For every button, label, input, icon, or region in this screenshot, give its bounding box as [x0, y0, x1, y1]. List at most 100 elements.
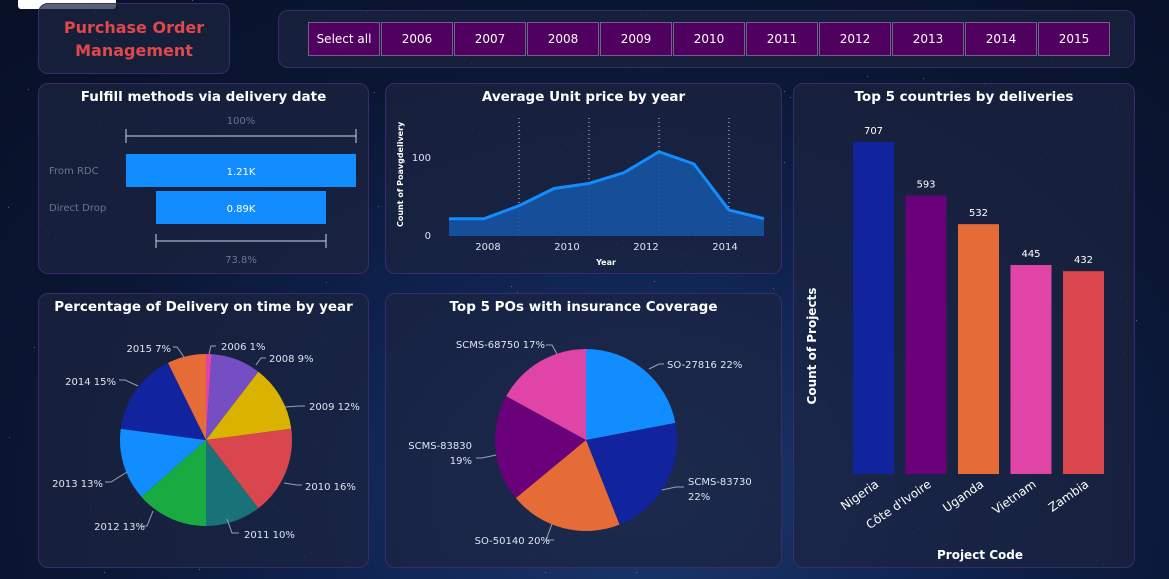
pie-leader-line	[208, 345, 216, 355]
funnel-bottom-pct: 73.8%	[225, 255, 257, 266]
line-chart: Count of Poavgdelivery Year 100 0 2008 2…	[396, 118, 765, 267]
line-x-tick: 2008	[475, 242, 500, 253]
bar-0[interactable]	[853, 142, 894, 474]
slicer-year-button[interactable]: 2009	[600, 22, 672, 56]
star-dot	[867, 76, 868, 77]
line-y-tick: 100	[412, 153, 431, 164]
slicer-year-button[interactable]: 2015	[1038, 22, 1110, 56]
star-dot	[9, 437, 10, 438]
pie-leader-line	[546, 344, 558, 355]
slicer-year-button[interactable]: 2010	[673, 22, 745, 56]
pie-leader-line	[119, 379, 139, 387]
line-x-tick: 2010	[554, 242, 579, 253]
bar-4[interactable]	[1063, 271, 1104, 474]
country-chart-card: Top 5 countries by deliveries Count of P…	[793, 83, 1135, 568]
country-bar-chart: Count of Projects Project Code 707 Nigeri…	[805, 126, 1104, 562]
slicer-year-button[interactable]: 2014	[965, 22, 1037, 56]
pie-label: SCMS-68750 17%	[456, 340, 545, 351]
pie-year-chart: 2006 1%2008 9% 2009 12% 2010 16% 2011 10% 20…	[52, 342, 360, 541]
star-dot	[34, 347, 35, 348]
funnel-category-label: From RDC	[49, 166, 99, 177]
pie-label: 2011 10%	[244, 530, 295, 541]
pie-label: 2013 13%	[52, 479, 103, 490]
pie-leader-line	[284, 405, 305, 408]
slicer-year-button[interactable]: 2011	[746, 22, 818, 56]
bar-category-label: Uganda	[940, 477, 986, 515]
bar-category-label: Zambia	[1046, 477, 1091, 515]
star-dot	[773, 288, 774, 289]
pie-label: 2009 12%	[309, 402, 360, 413]
star-dot	[104, 572, 105, 573]
pie-label: 2012 13%	[94, 522, 145, 533]
slicer-year-button[interactable]: 2013	[892, 22, 964, 56]
star-dot	[511, 286, 512, 287]
pie-year-card: Percentage of Delivery on time by year 2…	[38, 293, 369, 568]
pie-label: 22%	[688, 492, 710, 503]
pie-po-card: Top 5 POs with insurance Coverage SO-278…	[385, 293, 782, 568]
star-dot	[784, 162, 785, 163]
star-dot	[374, 92, 375, 93]
bar-category-label: Nigeria	[838, 477, 881, 513]
star-dot	[192, 0, 193, 1]
funnel-bar-label: 0.89K	[227, 204, 256, 215]
pie-label: 2006 1%	[221, 342, 266, 353]
bar-value-label: 532	[969, 208, 988, 219]
pie-leader-line	[173, 346, 185, 358]
bar-1[interactable]	[905, 195, 947, 474]
pie-po-chart: SO-27816 22% SCMS-83730 22% SO-50140 20% SCM…	[408, 340, 752, 547]
star-dot	[790, 97, 791, 98]
line-chart-card: Average Unit price by year Count of Poav…	[385, 83, 782, 274]
slicer-year-button[interactable]: 2008	[527, 22, 599, 56]
line-y-tick: 0	[425, 231, 431, 242]
slicer-year-button[interactable]: 2007	[454, 22, 526, 56]
star-dot	[378, 206, 379, 207]
page-title: Purchase Order Management	[63, 18, 205, 60]
pie-leader-line	[255, 357, 266, 366]
star-dot	[923, 78, 924, 79]
line-x-axis-title: Year	[595, 258, 616, 267]
star-dot	[545, 572, 546, 573]
bar-value-label: 707	[864, 126, 883, 137]
pie-label: SO-50140 20%	[475, 536, 550, 547]
bar-value-label: 445	[1021, 249, 1040, 260]
funnel-card: Fulfill methods via delivery date 100% 7…	[38, 83, 369, 274]
pie-leader-line	[648, 363, 664, 370]
pie-label: 19%	[450, 456, 472, 467]
pie-leader-line	[283, 482, 302, 486]
star-dot	[654, 281, 655, 282]
star-dot	[8, 207, 9, 208]
line-y-axis-title: Count of Poavgdelivery	[396, 121, 405, 227]
bar-y-axis-title: Count of Projects	[805, 288, 819, 405]
star-dot	[28, 89, 29, 90]
pie-label: 2008 9%	[269, 354, 314, 365]
bar-3[interactable]	[1010, 265, 1052, 474]
slicer-select-all-button[interactable]: Select all	[308, 22, 380, 56]
funnel-chart: 100% 73.8% 1.21K 0.89K From RDC Direct D…	[49, 116, 357, 266]
line-x-tick: 2012	[633, 242, 658, 253]
pie-label: SCMS-83830	[408, 441, 472, 452]
year-slicer: Select all 2006 2007 2008 2009 2010 2011 2012 20…	[278, 10, 1135, 68]
title-card: Purchase Order Management	[38, 3, 230, 74]
slicer-year-button[interactable]: 2012	[819, 22, 891, 56]
pie-leader-line	[105, 471, 128, 483]
star-dot	[199, 569, 200, 570]
bar-category-label: Vietnam	[990, 477, 1039, 517]
pie-label: 2015 7%	[127, 344, 172, 355]
bar-2[interactable]	[958, 224, 999, 474]
star-dot	[326, 282, 327, 283]
bar-value-label: 432	[1074, 255, 1093, 266]
pie-leader-line	[661, 486, 684, 491]
pie-label: 2010 16%	[305, 482, 356, 493]
star-dot	[784, 91, 785, 92]
bar-value-label: 593	[916, 180, 935, 191]
pie-label: SCMS-83730	[688, 477, 752, 488]
funnel-bar-label: 1.21K	[227, 167, 256, 178]
pie-label: SO-27816 22%	[667, 360, 742, 371]
pie-label: 2014 15%	[65, 377, 116, 388]
funnel-top-pct: 100%	[227, 116, 256, 127]
line-x-tick: 2014	[712, 242, 737, 253]
star-dot	[636, 572, 637, 573]
bar-x-axis-title: Project Code	[937, 548, 1023, 562]
star-dot	[1136, 320, 1137, 321]
slicer-year-button[interactable]: 2006	[381, 22, 453, 56]
